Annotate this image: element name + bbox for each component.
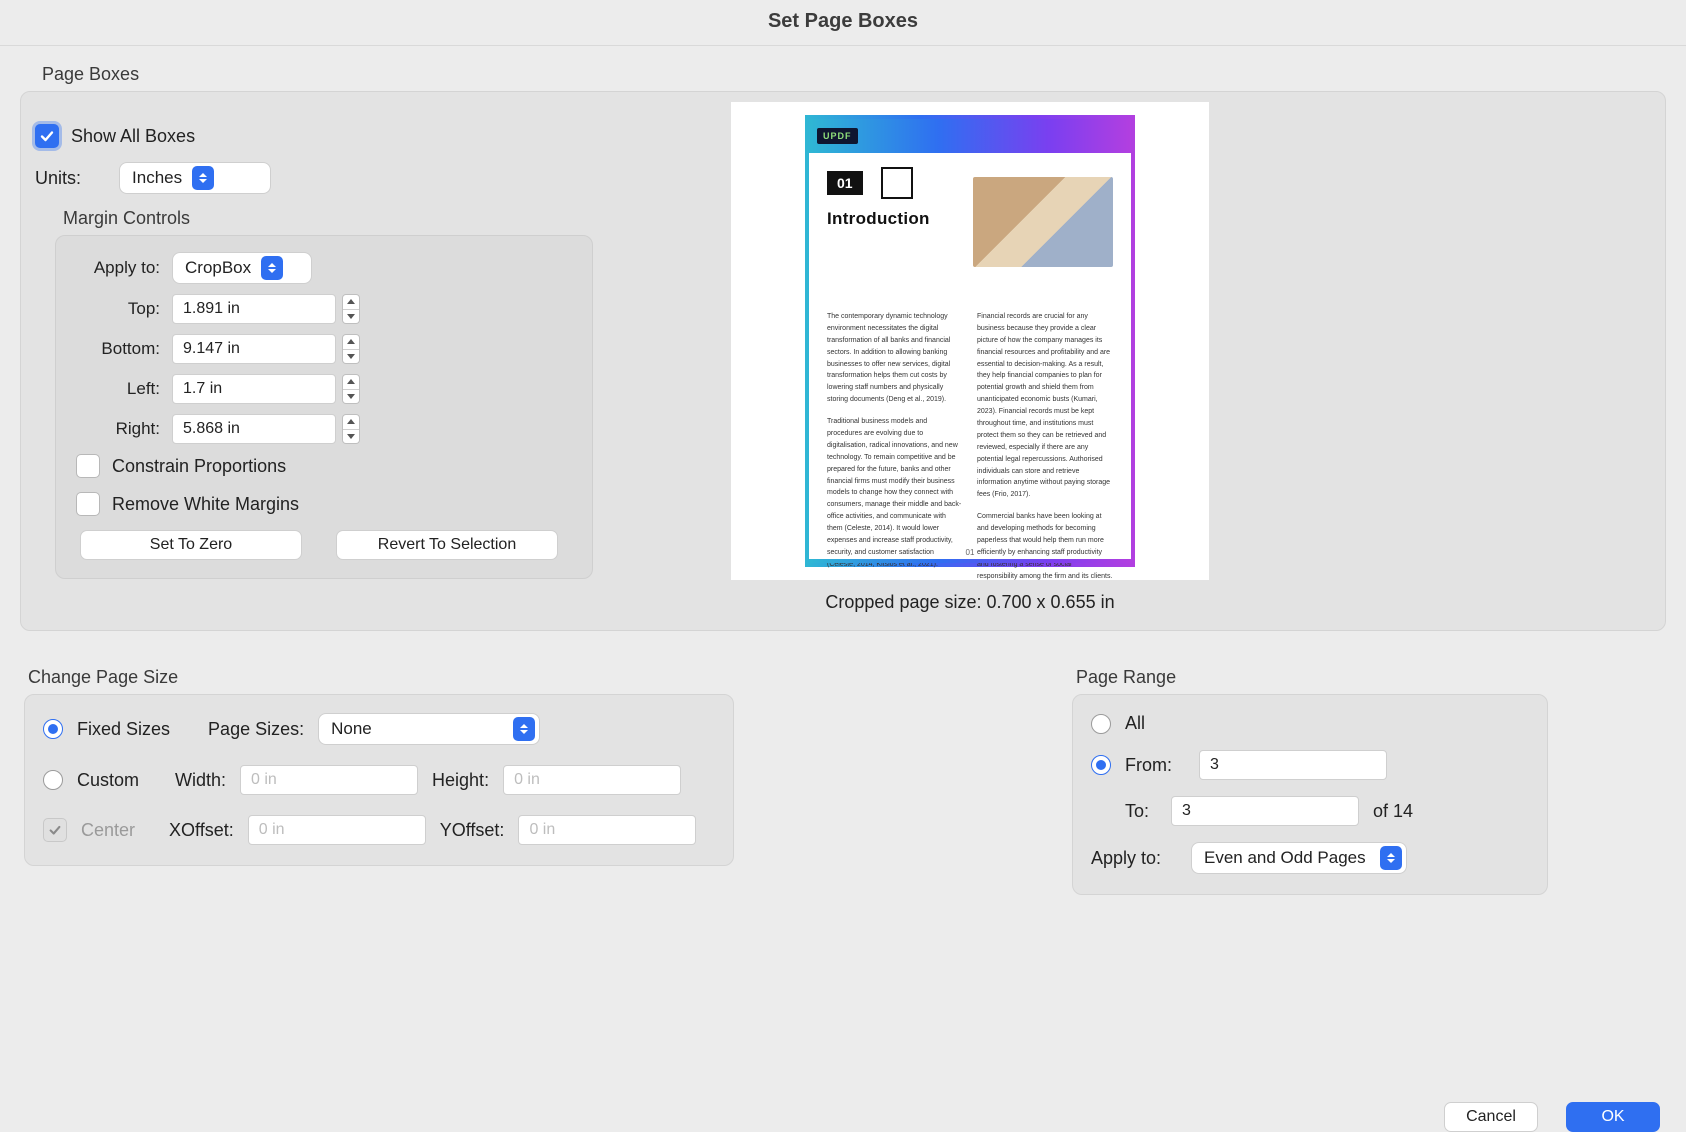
left-stepper[interactable] xyxy=(342,374,360,404)
top-label: Top: xyxy=(76,299,172,319)
from-label: From: xyxy=(1125,755,1185,776)
set-to-zero-button[interactable]: Set To Zero xyxy=(80,530,302,560)
yoffset-label: YOffset: xyxy=(440,820,505,841)
chevron-up-icon xyxy=(347,339,355,344)
bottom-input[interactable]: 9.147 in xyxy=(172,334,336,364)
from-input[interactable]: 3 xyxy=(1199,750,1387,780)
preview-brand-badge: UPDF xyxy=(817,128,858,144)
top-value: 1.891 in xyxy=(183,300,240,318)
page-boxes-label: Page Boxes xyxy=(42,64,1666,85)
center-label: Center xyxy=(81,820,135,841)
yoffset-input[interactable]: 0 in xyxy=(518,815,696,845)
fixed-sizes-radio[interactable] xyxy=(43,719,63,739)
width-input[interactable]: 0 in xyxy=(240,765,418,795)
center-checkbox xyxy=(43,818,67,842)
preview-section-number: 01 xyxy=(827,171,863,195)
show-all-boxes-label: Show All Boxes xyxy=(71,126,195,147)
chevron-down-icon xyxy=(347,434,355,439)
to-label: To: xyxy=(1125,801,1157,822)
revert-to-selection-button[interactable]: Revert To Selection xyxy=(336,530,558,560)
cropped-page-size-text: Cropped page size: 0.700 x 0.655 in xyxy=(731,592,1209,613)
page-range-label: Page Range xyxy=(1076,667,1548,688)
preview-page-number: 01 xyxy=(809,548,1131,557)
remove-white-margins-checkbox[interactable] xyxy=(76,492,100,516)
custom-label: Custom xyxy=(77,770,139,791)
show-all-boxes-checkbox[interactable] xyxy=(35,124,59,148)
crop-box-indicator xyxy=(881,167,913,199)
right-value: 5.868 in xyxy=(183,420,240,438)
constrain-proportions-label: Constrain Proportions xyxy=(112,456,286,477)
preview-image xyxy=(973,177,1113,267)
height-label: Height: xyxy=(432,770,489,791)
top-input[interactable]: 1.891 in xyxy=(172,294,336,324)
to-input[interactable]: 3 xyxy=(1171,796,1359,826)
change-page-size-panel: Fixed Sizes Page Sizes: None Custom Widt… xyxy=(24,694,734,866)
yoffset-value: 0 in xyxy=(529,821,555,839)
change-page-size-label: Change Page Size xyxy=(28,667,734,688)
all-pages-radio[interactable] xyxy=(1091,714,1111,734)
chevron-down-icon xyxy=(347,314,355,319)
ok-button[interactable]: OK xyxy=(1566,1102,1660,1132)
left-value: 1.7 in xyxy=(183,380,222,398)
preview-header: UPDF xyxy=(809,119,1131,153)
right-stepper[interactable] xyxy=(342,414,360,444)
chevron-down-icon xyxy=(347,394,355,399)
custom-radio[interactable] xyxy=(43,770,63,790)
chevron-up-icon xyxy=(347,299,355,304)
page-range-apply-to-value: Even and Odd Pages xyxy=(1204,848,1366,868)
page-sizes-select[interactable]: None xyxy=(318,713,540,745)
from-value: 3 xyxy=(1210,756,1219,774)
xoffset-label: XOffset: xyxy=(169,820,234,841)
left-input[interactable]: 1.7 in xyxy=(172,374,336,404)
units-value: Inches xyxy=(132,168,182,188)
width-label: Width: xyxy=(175,770,226,791)
apply-to-select[interactable]: CropBox xyxy=(172,252,312,284)
right-input[interactable]: 5.868 in xyxy=(172,414,336,444)
checkmark-icon xyxy=(48,823,62,837)
top-stepper[interactable] xyxy=(342,294,360,324)
to-value: 3 xyxy=(1182,802,1191,820)
height-input[interactable]: 0 in xyxy=(503,765,681,795)
select-arrows-icon xyxy=(192,166,214,190)
select-arrows-icon xyxy=(513,717,535,741)
apply-to-label: Apply to: xyxy=(76,258,172,278)
all-pages-label: All xyxy=(1125,713,1145,734)
cancel-button[interactable]: Cancel xyxy=(1444,1102,1538,1132)
margin-controls-label: Margin Controls xyxy=(63,208,605,229)
margin-controls-panel: Apply to: CropBox Top: 1.891 in Bottom: … xyxy=(55,235,593,579)
apply-to-value: CropBox xyxy=(185,258,251,278)
height-value: 0 in xyxy=(514,771,540,789)
xoffset-input[interactable]: 0 in xyxy=(248,815,426,845)
bottom-label: Bottom: xyxy=(76,339,172,359)
page-boxes-panel: Show All Boxes Units: Inches Margin Cont… xyxy=(20,91,1666,631)
preview-footer-line xyxy=(809,559,1131,563)
from-radio[interactable] xyxy=(1091,755,1111,775)
constrain-proportions-checkbox[interactable] xyxy=(76,454,100,478)
bottom-stepper[interactable] xyxy=(342,334,360,364)
remove-white-margins-label: Remove White Margins xyxy=(112,494,299,515)
width-value: 0 in xyxy=(251,771,277,789)
page-range-panel: All From: 3 To: 3 of 14 Apply to: Even a… xyxy=(1072,694,1548,895)
window-title: Set Page Boxes xyxy=(0,0,1686,46)
bottom-value: 9.147 in xyxy=(183,340,240,358)
units-select[interactable]: Inches xyxy=(119,162,271,194)
right-label: Right: xyxy=(76,419,172,439)
of-total-label: of 14 xyxy=(1373,801,1413,822)
chevron-up-icon xyxy=(347,379,355,384)
page-range-apply-to-label: Apply to: xyxy=(1091,848,1177,869)
page-preview: UPDF 01 Introduction The contemporary dy… xyxy=(731,102,1209,580)
page-range-apply-to-select[interactable]: Even and Odd Pages xyxy=(1191,842,1407,874)
page-sizes-label: Page Sizes: xyxy=(208,719,304,740)
checkmark-icon xyxy=(39,128,55,144)
chevron-up-icon xyxy=(347,419,355,424)
preview-page: UPDF 01 Introduction The contemporary dy… xyxy=(805,115,1135,567)
fixed-sizes-label: Fixed Sizes xyxy=(77,719,170,740)
chevron-down-icon xyxy=(347,354,355,359)
select-arrows-icon xyxy=(1380,846,1402,870)
select-arrows-icon xyxy=(261,256,283,280)
xoffset-value: 0 in xyxy=(259,821,285,839)
units-label: Units: xyxy=(35,168,81,189)
left-label: Left: xyxy=(76,379,172,399)
page-sizes-value: None xyxy=(331,719,372,739)
